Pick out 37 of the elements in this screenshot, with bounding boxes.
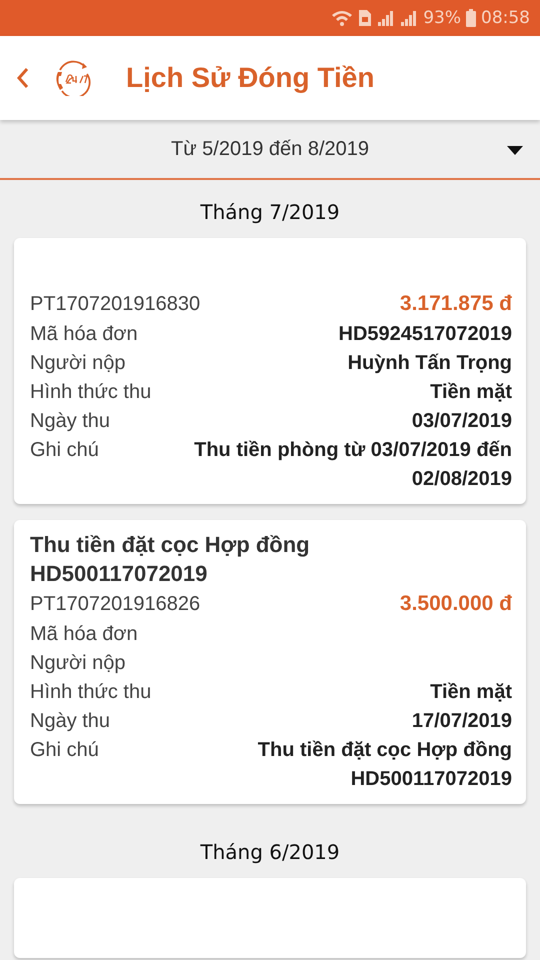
field-label: Hình thức thu — [30, 680, 152, 705]
wifi-icon — [331, 9, 354, 27]
field-value: Tiền mặt — [430, 680, 512, 705]
field-label: Ngày thu — [30, 409, 110, 434]
field-value: Huỳnh Tấn Trọng — [348, 351, 512, 376]
field-label: Người nộp — [30, 351, 126, 376]
back-icon — [16, 67, 30, 89]
field-value: 17/07/2019 — [412, 709, 512, 734]
battery-percent: 93% — [423, 8, 461, 28]
field-label: Mã hóa đơn — [30, 622, 138, 647]
card-title: Thu tiền đặt cọc Hợp đồng HD500117072019 — [30, 531, 311, 588]
amount: 3.171.875 đ — [400, 292, 512, 316]
sim-card-icon — [358, 9, 372, 27]
month-heading: Tháng 6/2019 — [200, 839, 340, 866]
receipt-card[interactable]: Thu tiền đặt cọc Hợp đồng HD500117072019 PT1707201916826 3.500.000 đ Mã hóa đơn Người nộp Hình thức thu Tiền mặt Ngày thu 17/07/2019 Ghi chú Thu tiền đặt cọc Hợp đồng HD500117072019 — [14, 520, 526, 804]
field-label: Ngày thu — [30, 709, 110, 734]
field-value: 03/07/2019 — [412, 409, 512, 434]
field-value: Tiền mặt — [430, 380, 512, 405]
field-label: Ghi chú — [30, 438, 99, 463]
battery-icon — [466, 9, 476, 27]
field-value: Thu tiền phòng từ 03/07/2019 đến 02/08/2019 — [193, 438, 512, 492]
page-title: Lịch Sử Đóng Tiền — [126, 62, 374, 94]
field-label: Ghi chú — [30, 738, 99, 763]
clock: 08:58 — [481, 8, 530, 28]
field-value: Thu tiền đặt cọc Hợp đồng HD500117072019 — [256, 738, 512, 792]
receipt-card[interactable]: PT1707201916830 3.171.875 đ Mã hóa đơn HD5924517072019 Người nộp Huỳnh Tấn Trọng Hình thức thu Tiền mặt Ngày thu 03/07/2019 Ghi chú Thu tiền phòng từ 03/07/2019 đến 02/08/2019 — [14, 238, 526, 504]
receipt-number: PT1707201916830 — [30, 292, 200, 316]
field-value: HD5924517072019 — [338, 322, 512, 347]
amount: 3.500.000 đ — [400, 592, 512, 616]
caret-icon — [507, 146, 523, 155]
field-label: Hình thức thu — [30, 380, 152, 405]
field-label: Mã hóa đơn — [30, 322, 138, 347]
signal-icon — [377, 10, 396, 26]
month-heading: Tháng 7/2019 — [200, 199, 340, 226]
signal-icon — [400, 10, 418, 26]
field-label: Người nộp — [30, 651, 126, 676]
receipt-number: PT1707201916826 — [30, 592, 200, 616]
